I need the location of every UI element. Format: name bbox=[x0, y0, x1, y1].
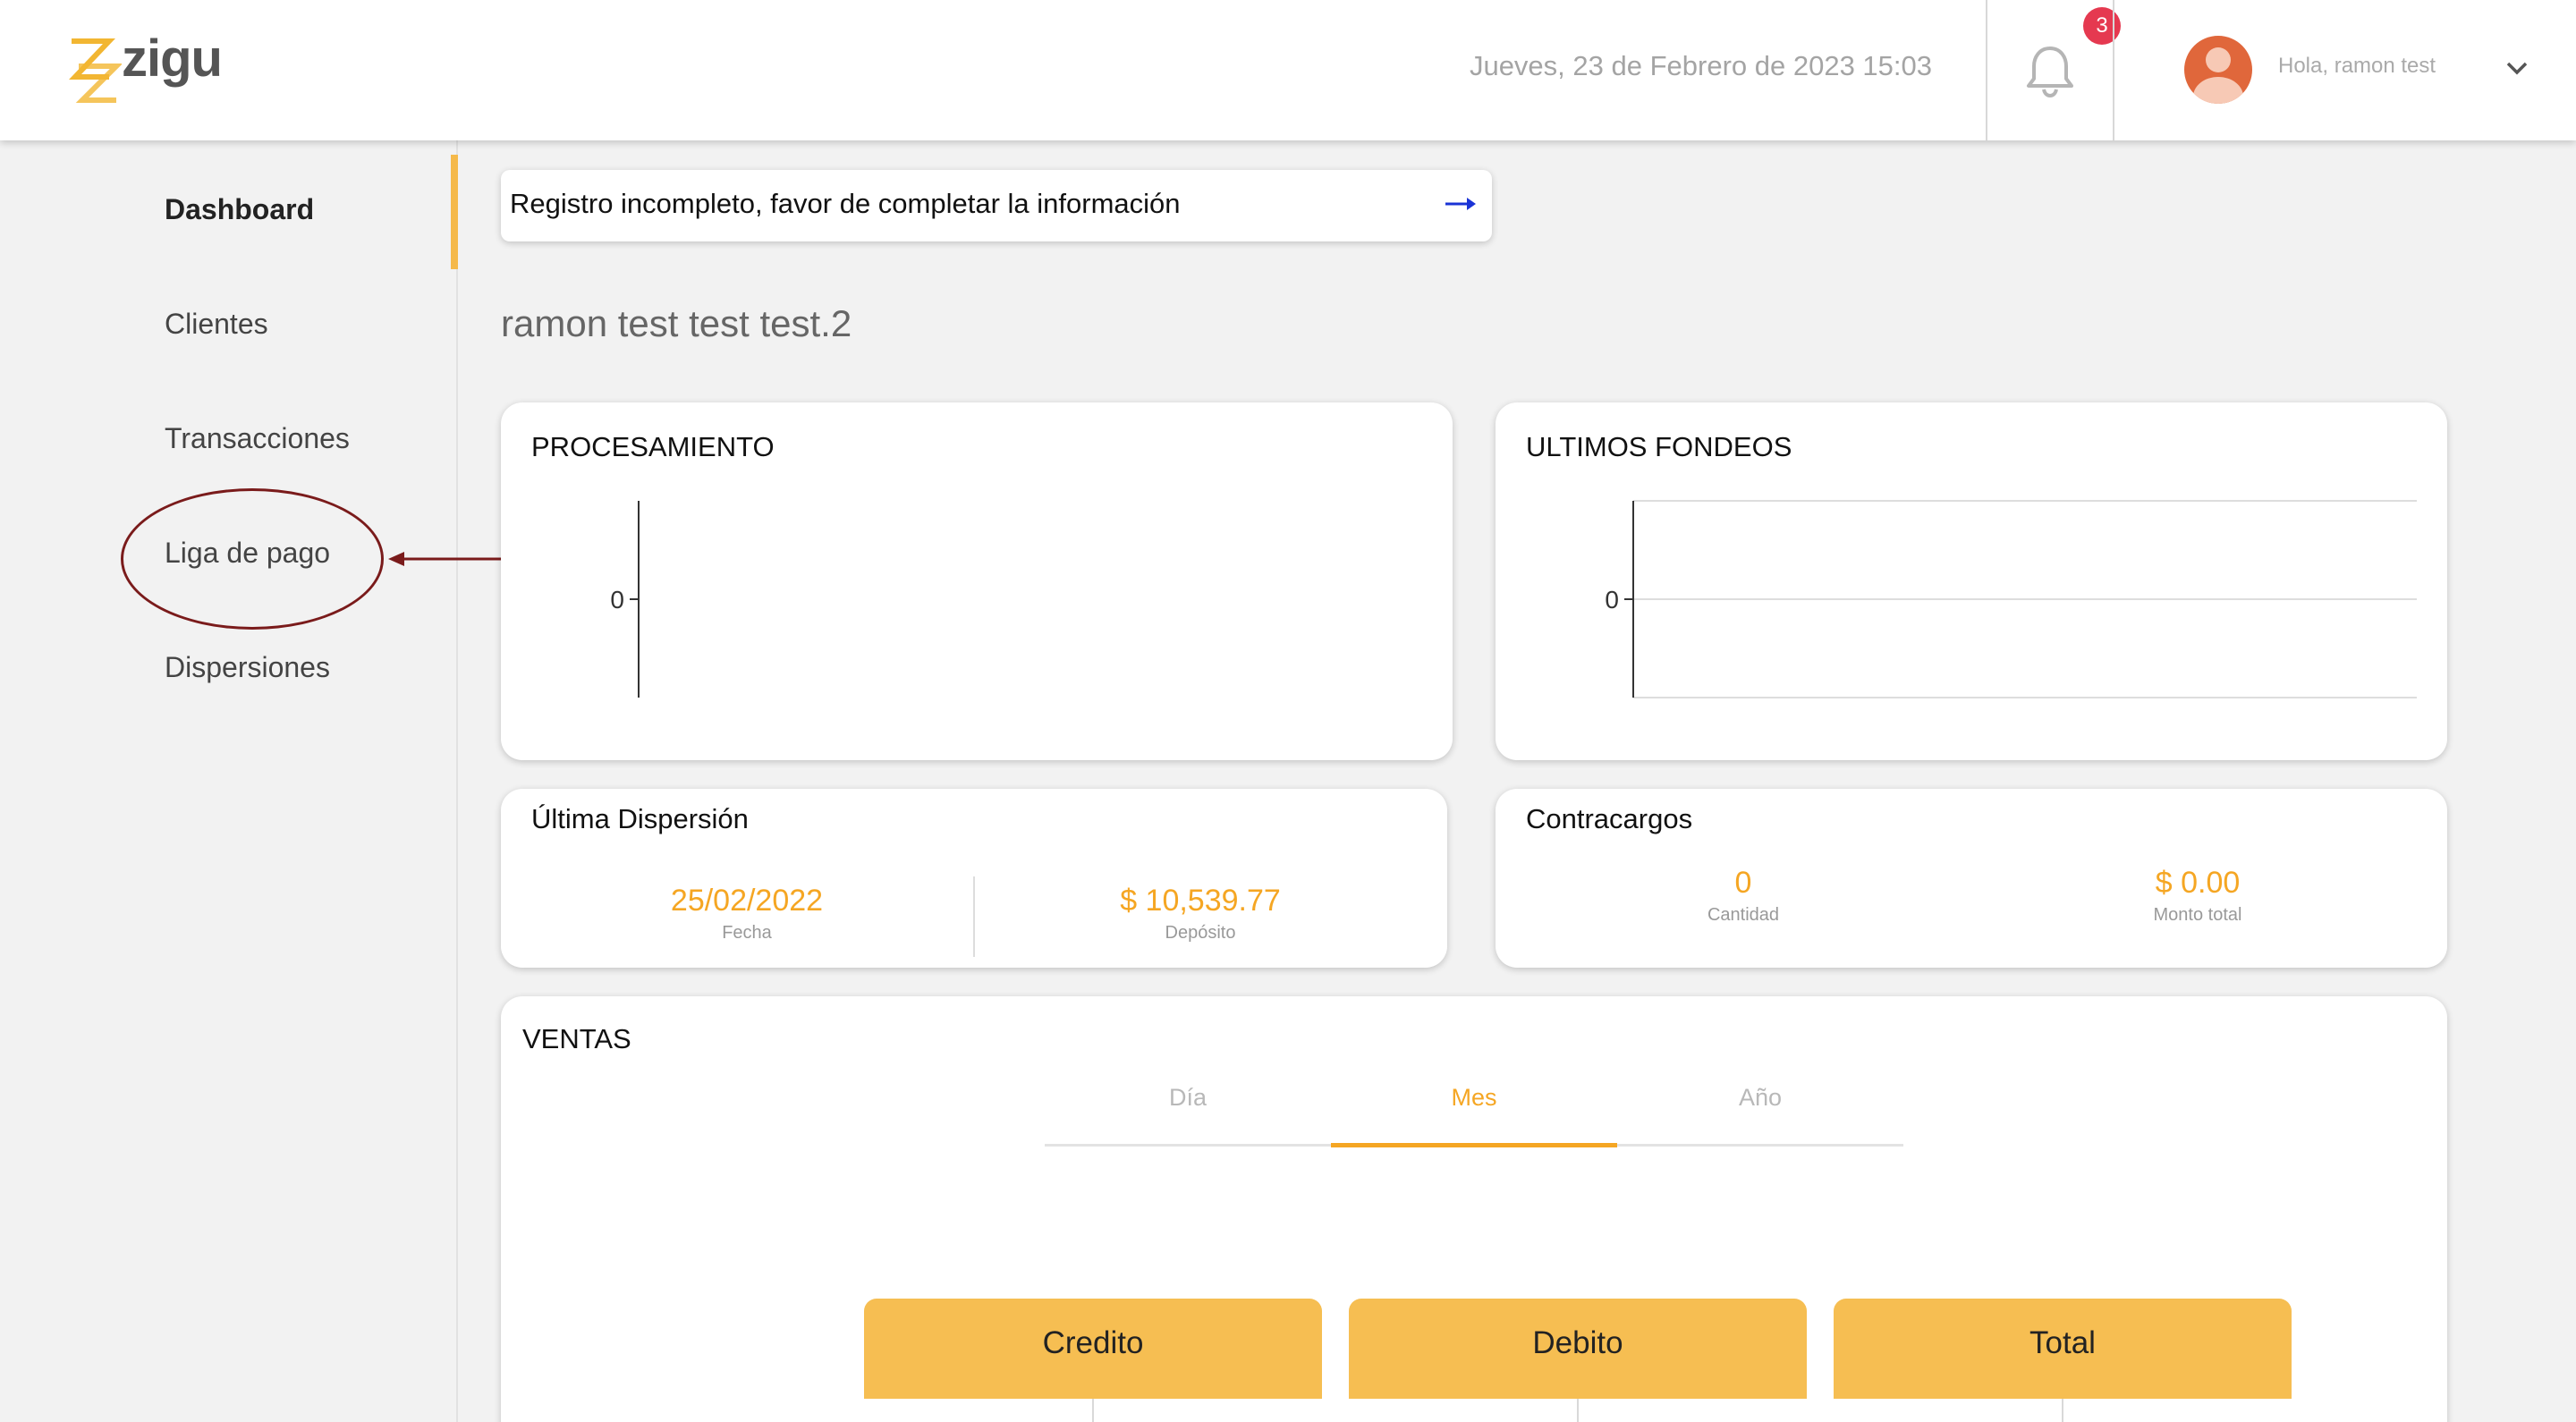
chart-y-tick-label: 0 bbox=[1605, 586, 1619, 614]
monto-label: Monto total bbox=[2153, 905, 2242, 925]
ultimos-fondeos-card: ULTIMOS FONDEOS 0 bbox=[1496, 402, 2447, 760]
arrow-right-icon[interactable] bbox=[1442, 193, 1478, 215]
cantidad-value: 0 bbox=[1734, 866, 1752, 900]
incomplete-registration-alert[interactable]: Registro incompleto, favor de completar … bbox=[501, 170, 1492, 241]
deposito-label: Depósito bbox=[1165, 923, 1236, 943]
procesamiento-chart: 0 bbox=[610, 501, 640, 698]
ultima-dispersion-title: Última Dispersión bbox=[531, 803, 749, 834]
tab-mes[interactable]: Mes bbox=[1331, 1084, 1617, 1112]
top-header: zigu Jueves, 23 de Febrero de 2023 15:03… bbox=[0, 0, 2576, 140]
ultimos-fondeos-chart: 0 bbox=[1605, 500, 2417, 698]
sidebar-item-dispersiones[interactable]: Dispersiones bbox=[165, 651, 330, 684]
monto-value: $ 0.00 bbox=[2155, 866, 2241, 900]
debito-column-header: Debito bbox=[1349, 1299, 1807, 1399]
notifications-bell-icon[interactable] bbox=[2023, 43, 2077, 98]
total-column-header: Total bbox=[1834, 1299, 2292, 1399]
fecha-label: Fecha bbox=[722, 923, 772, 943]
annotation-circle bbox=[121, 488, 384, 630]
credito-column-header: Credito bbox=[864, 1299, 1322, 1399]
tab-dia[interactable]: Día bbox=[1045, 1084, 1331, 1112]
zigu-logo-icon bbox=[69, 38, 123, 103]
contracargos-title: Contracargos bbox=[1526, 803, 1693, 834]
chart-y-tick-label: 0 bbox=[610, 586, 624, 614]
column-separator bbox=[1092, 1399, 1094, 1422]
fecha-value: 25/02/2022 bbox=[670, 884, 824, 918]
logo-text: zigu bbox=[122, 30, 223, 88]
cantidad-label: Cantidad bbox=[1707, 905, 1780, 925]
ventas-title: VENTAS bbox=[522, 1023, 631, 1054]
deposito-value: $ 10,539.77 bbox=[1120, 884, 1281, 918]
account-name: ramon test test test.2 bbox=[501, 302, 852, 344]
avatar[interactable] bbox=[2184, 36, 2252, 104]
active-tab-indicator bbox=[1331, 1143, 1617, 1147]
contracargos-card: Contracargos 0 Cantidad $ 0.00 Monto tot… bbox=[1496, 789, 2447, 968]
tab-ano[interactable]: Año bbox=[1617, 1084, 1903, 1112]
column-separator bbox=[1577, 1399, 1579, 1422]
column-separator bbox=[2062, 1399, 2063, 1422]
sidebar-item-dashboard[interactable]: Dashboard bbox=[165, 193, 314, 226]
user-greeting: Hola, ramon test bbox=[2278, 54, 2436, 78]
stat-divider bbox=[973, 876, 975, 957]
sidebar-item-clientes[interactable]: Clientes bbox=[165, 308, 268, 341]
header-divider bbox=[2113, 0, 2114, 140]
procesamiento-card: PROCESAMIENTO 0 bbox=[501, 402, 1453, 760]
active-nav-indicator bbox=[451, 155, 458, 269]
alert-text: Registro incompleto, favor de completar … bbox=[510, 188, 1181, 219]
sidebar-item-transacciones[interactable]: Transacciones bbox=[165, 422, 350, 455]
ultima-dispersion-card: Última Dispersión 25/02/2022 Fecha $ 10,… bbox=[501, 789, 1447, 968]
chevron-down-icon[interactable] bbox=[2504, 59, 2529, 77]
current-datetime: Jueves, 23 de Febrero de 2023 15:03 bbox=[1469, 50, 1932, 81]
notification-count-badge: 3 bbox=[2083, 7, 2121, 45]
zigu-logo[interactable]: zigu bbox=[66, 30, 227, 109]
header-divider bbox=[1986, 0, 1987, 140]
